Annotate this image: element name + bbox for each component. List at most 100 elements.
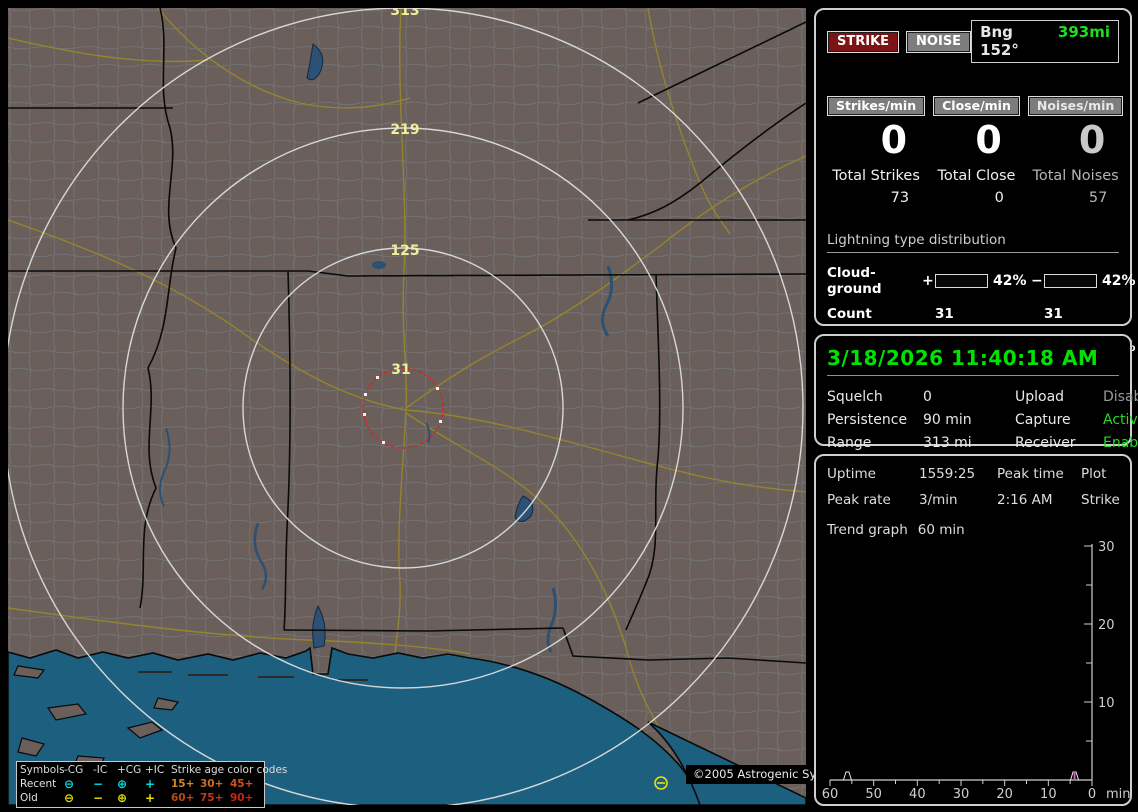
- svg-text:30: 30: [953, 787, 970, 802]
- total-noises-label: Total Noises: [1032, 168, 1119, 184]
- noises-per-min-value: 0: [1078, 118, 1106, 162]
- age-15: 15+: [171, 778, 195, 790]
- legend-col-negcg: -CG: [64, 764, 84, 776]
- cg-negative-pct: 42%: [1102, 273, 1136, 289]
- ring-label-219: 219: [390, 122, 419, 138]
- receiver-status: Enabled: [1103, 435, 1138, 451]
- negcg-recent-icon: ⊖: [64, 777, 75, 791]
- squelch-label: Squelch: [827, 389, 883, 405]
- strike-toggle-button[interactable]: STRIKE: [827, 30, 900, 53]
- uptime-value: 1559:25: [919, 466, 976, 482]
- svg-text:20: 20: [996, 787, 1013, 802]
- negic-recent-icon: −: [93, 777, 104, 791]
- bearing-value: Bng 152°: [980, 23, 1019, 59]
- poscg-recent-icon: ⊕: [117, 777, 128, 791]
- legend-age-header: Strike age color codes: [171, 764, 288, 776]
- cg-negative-bar: [1044, 274, 1097, 288]
- noises-per-min-button[interactable]: Noises/min: [1027, 96, 1124, 116]
- svg-text:0: 0: [1088, 787, 1096, 802]
- trend-graph-label: Trend graph: [827, 522, 908, 538]
- range-label: Range: [827, 435, 872, 451]
- svg-text:40: 40: [909, 787, 926, 802]
- ring-label-125: 125: [390, 243, 419, 259]
- strikes-counter: Strikes/min 0 Total Strikes 73: [827, 95, 926, 206]
- legend-col-poscg: +CG: [117, 764, 142, 776]
- close-per-min-value: 0: [975, 118, 1002, 162]
- total-strikes-value: 73: [890, 190, 910, 206]
- plus-sign: +: [922, 273, 934, 289]
- strikes-per-min-value: 0: [880, 118, 908, 162]
- peak-time-value: 2:16 AM: [997, 492, 1053, 508]
- age-30: 30+: [200, 778, 224, 790]
- ring-label-313: 313: [390, 8, 419, 19]
- total-close-label: Total Close: [937, 168, 1016, 184]
- cg-positive-count: 31: [935, 306, 954, 322]
- svg-text:50: 50: [865, 787, 882, 802]
- svg-text:60: 60: [822, 787, 839, 802]
- upload-label: Upload: [1015, 389, 1065, 405]
- close-counter: Close/min 0 Total Close 0: [933, 95, 1020, 206]
- age-45: 45+: [230, 778, 254, 790]
- lightning-map[interactable]: 313 219 125 31 ©2005 Astrogenic Systems …: [8, 8, 859, 808]
- age-90: 90+: [230, 792, 254, 804]
- cg-negative-count: 31: [1044, 306, 1063, 322]
- capture-status: Active: [1103, 412, 1138, 428]
- age-75: 75+: [200, 792, 224, 804]
- svg-text:10: 10: [1098, 696, 1115, 711]
- total-noises-value: 57: [1088, 190, 1108, 206]
- uptime-label: Uptime: [827, 466, 876, 482]
- trend-graph-window: 60 min: [917, 522, 965, 538]
- poscg-old-icon: ⊕: [117, 791, 128, 805]
- trend-panel: Uptime 1559:25 Peak time Plot Peak rate …: [814, 454, 1132, 806]
- peak-time-label: Peak time: [997, 466, 1064, 482]
- total-close-value: 0: [994, 190, 1004, 206]
- cloud-ground-label: Cloud-ground: [827, 265, 882, 297]
- cg-positive-bar: [935, 274, 988, 288]
- minus-sign: −: [1031, 273, 1043, 289]
- legend-col-posic: +IC: [145, 764, 165, 776]
- svg-text:20: 20: [1098, 618, 1115, 633]
- receiver-label: Receiver: [1015, 435, 1076, 451]
- noises-counter: Noises/min 0 Total Noises 57: [1027, 95, 1124, 206]
- trend-chart: 60 50 40 30 20 10 0 min 10 20 30: [822, 540, 1130, 802]
- status-panel: 3/18/2026 11:40:18 AM Squelch 0 Upload D…: [814, 334, 1138, 451]
- bearing-distance: 393mi: [1057, 23, 1110, 41]
- negcg-old-icon: ⊖: [64, 791, 75, 805]
- count-label: Count: [827, 306, 872, 322]
- distribution-title: Lightning type distribution: [827, 232, 1119, 253]
- persistence-value: 90 min: [923, 412, 972, 428]
- datetime-display: 3/18/2026 11:40:18 AM: [827, 346, 1119, 376]
- symbols-legend: Symbols -CG -IC +CG +IC Strike age color…: [16, 761, 288, 808]
- plot-label: Plot: [1081, 466, 1107, 482]
- peak-rate-value: 3/min: [919, 492, 958, 508]
- upload-status: Disabled: [1103, 389, 1138, 405]
- total-strikes-label: Total Strikes: [832, 168, 920, 184]
- app-window: { "map": { "rings": [ {"label": "313"}, …: [0, 0, 1138, 812]
- legend-row-old-label: Old: [20, 792, 38, 804]
- cloud-ground-row: Cloud-ground + 42% − 42%: [827, 265, 1136, 297]
- persistence-label: Persistence: [827, 412, 908, 428]
- range-value: 313 mi: [923, 435, 972, 451]
- bearing-badge: Bng 152° 393mi: [971, 20, 1119, 63]
- negic-old-icon: −: [93, 791, 104, 805]
- peak-rate-label: Peak rate: [827, 492, 891, 508]
- strikes-per-min-button[interactable]: Strikes/min: [827, 96, 926, 116]
- close-per-min-button[interactable]: Close/min: [933, 96, 1020, 116]
- cloud-ground-counts: Count 31 31: [827, 306, 1119, 322]
- cg-positive-pct: 42%: [993, 273, 1027, 289]
- legend-col-negic: -IC: [93, 764, 108, 776]
- ring-label-31: 31: [391, 362, 410, 378]
- legend-row-recent-label: Recent: [20, 778, 57, 790]
- map-canvas: 313 219 125 31: [8, 8, 806, 805]
- svg-text:min: min: [1106, 787, 1130, 802]
- svg-text:10: 10: [1040, 787, 1057, 802]
- legend-symbols-header: Symbols: [20, 764, 65, 776]
- posic-old-icon: +: [145, 791, 156, 805]
- posic-recent-icon: +: [145, 777, 156, 791]
- noise-toggle-button[interactable]: NOISE: [906, 30, 972, 53]
- age-60: 60+: [171, 792, 195, 804]
- svg-text:30: 30: [1098, 540, 1115, 555]
- squelch-value: 0: [923, 389, 932, 405]
- strike-counters-panel: STRIKE NOISE Bng 152° 393mi Strikes/min …: [814, 8, 1136, 380]
- plot-value: Strike: [1081, 492, 1120, 508]
